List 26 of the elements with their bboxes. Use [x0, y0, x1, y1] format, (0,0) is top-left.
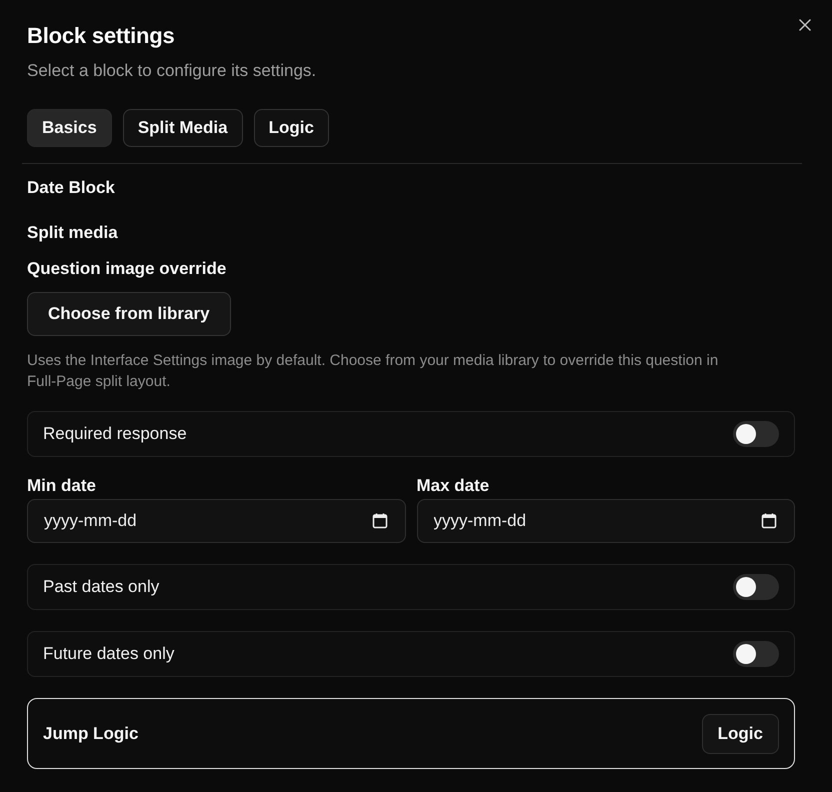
dialog-subtitle: Select a block to configure its settings. [27, 60, 318, 82]
field-label: Max date [416, 475, 490, 497]
toggle-switch[interactable] [733, 641, 779, 667]
date-field[interactable]: yyyy-mm-dd [416, 499, 795, 543]
section-heading: Split media [27, 222, 119, 244]
dialog-title: Block settings [27, 22, 175, 50]
calendar-icon[interactable] [761, 513, 777, 529]
tab[interactable]: Basics [27, 109, 112, 147]
setting-label: Past dates only [43, 577, 160, 597]
date-field[interactable]: yyyy-mm-dd [27, 499, 406, 543]
close-button[interactable] [799, 19, 811, 31]
toggle-switch[interactable] [733, 574, 779, 600]
logic-button[interactable]: Logic [702, 714, 779, 754]
choose-from-library-button[interactable]: Choose from library [27, 292, 231, 336]
setting-label: Future dates only [43, 644, 174, 664]
field-label: Question image override [27, 258, 228, 280]
card-title: Jump Logic [43, 724, 138, 744]
block-type-heading: Date Block [27, 177, 116, 199]
tab[interactable]: Split Media [122, 109, 243, 147]
setting-label: Required response [43, 424, 187, 444]
tab[interactable]: Logic [254, 109, 329, 147]
help-text: Uses the Interface Settings image by default. Choose from your media library to override this question in Full-Page split layout. [27, 351, 720, 392]
field-label: Min date [27, 475, 97, 497]
toggle-switch[interactable] [733, 421, 779, 447]
close-icon [799, 19, 811, 31]
calendar-icon[interactable] [372, 513, 388, 529]
